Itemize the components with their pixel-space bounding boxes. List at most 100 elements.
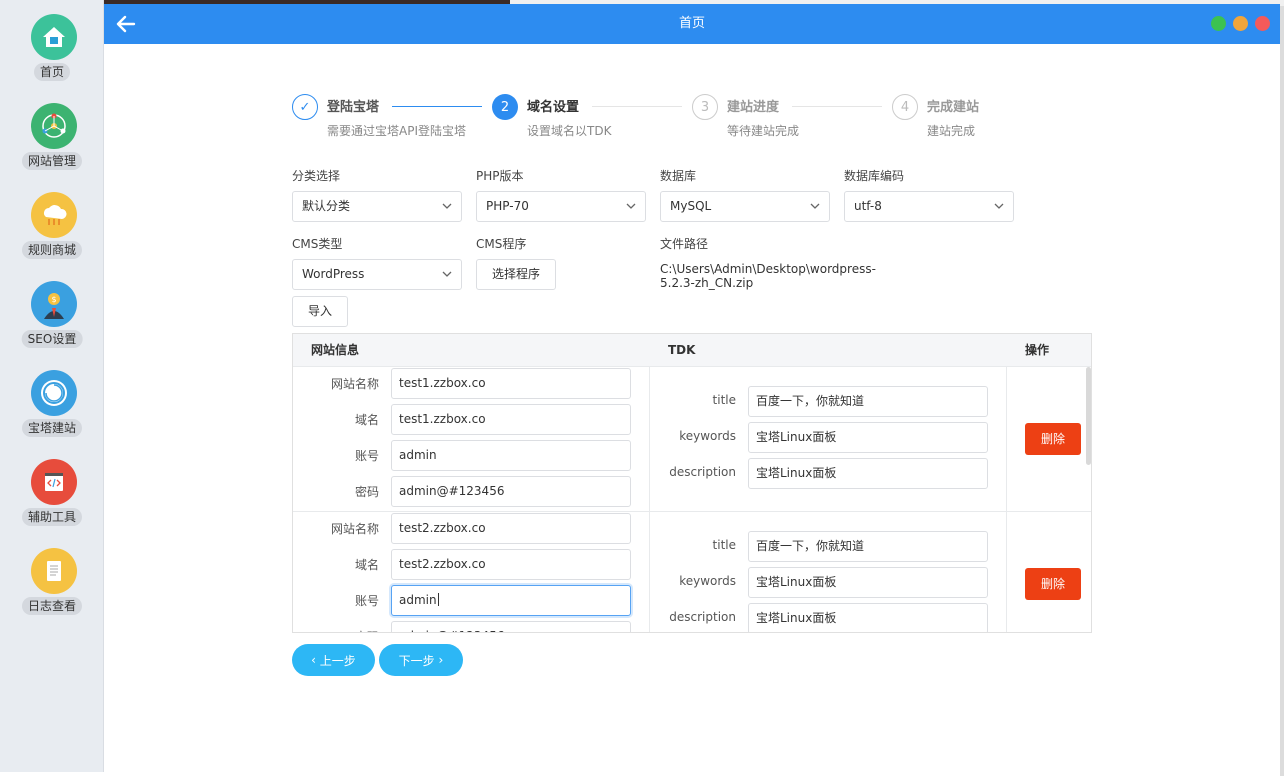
- php-version-value: PHP-70: [486, 199, 529, 213]
- sidebar-item-label: 规则商城: [21, 241, 83, 259]
- step-4-number: 4: [892, 94, 918, 120]
- title-label: title: [712, 393, 736, 407]
- account-input[interactable]: admin: [391, 585, 631, 616]
- db-encoding-select[interactable]: utf-8: [844, 191, 1014, 222]
- prev-step-button[interactable]: ‹ 上一步: [292, 644, 375, 676]
- svg-text:$: $: [51, 295, 56, 304]
- sidebar-item-seo[interactable]: $ SEO设置: [0, 281, 104, 365]
- delete-button[interactable]: 删除: [1025, 568, 1081, 600]
- header-site-info: 网站信息: [311, 343, 360, 357]
- sidebar-item-home[interactable]: 首页: [0, 14, 104, 98]
- php-version-label: PHP版本: [476, 169, 524, 183]
- database-value: MySQL: [670, 199, 712, 213]
- title-label: title: [712, 538, 736, 552]
- delete-button[interactable]: 删除: [1025, 423, 1081, 455]
- step-3-title: 建站进度: [727, 100, 780, 115]
- description-label: description: [669, 610, 736, 624]
- password-label: 密码: [354, 485, 379, 499]
- domain-input[interactable]: test1.zzbox.co: [391, 404, 631, 435]
- text-caret: [437, 593, 439, 606]
- document-icon: [31, 548, 77, 594]
- password-input[interactable]: admin@#123456: [391, 476, 631, 507]
- seo-person-icon: $: [31, 281, 77, 327]
- site-name-label: 网站名称: [330, 377, 379, 391]
- next-step-label: 下一步: [398, 653, 435, 668]
- php-version-select[interactable]: PHP-70: [476, 191, 646, 222]
- sidebar-item-logs[interactable]: 日志查看: [0, 548, 104, 632]
- step-1-check-icon: ✓: [292, 94, 318, 120]
- table-row: 网站名称 test2.zzbox.co 域名 test2.zzbox.co 账号…: [293, 512, 1091, 632]
- header-tdk: TDK: [668, 343, 696, 357]
- chevron-down-icon: [626, 203, 636, 209]
- keywords-label: keywords: [679, 574, 736, 588]
- category-label: 分类选择: [292, 169, 341, 183]
- domain-input[interactable]: test2.zzbox.co: [391, 549, 631, 580]
- header-action: 操作: [1025, 343, 1050, 357]
- chevron-right-icon: ›: [434, 653, 444, 667]
- step-3-number: 3: [692, 94, 718, 120]
- db-encoding-value: utf-8: [854, 199, 882, 213]
- keywords-input[interactable]: 宝塔Linux面板: [748, 567, 988, 598]
- description-input[interactable]: 宝塔Linux面板: [748, 458, 988, 489]
- account-input-text: admin: [399, 593, 437, 607]
- next-step-button[interactable]: 下一步 ›: [379, 644, 463, 676]
- description-label: description: [669, 465, 736, 479]
- table-header: 网站信息 TDK 操作: [293, 334, 1091, 367]
- site-name-input[interactable]: test2.zzbox.co: [391, 513, 631, 544]
- sidebar-item-site-management[interactable]: 网站管理: [0, 103, 104, 187]
- sidebar-item-tools[interactable]: 辅助工具: [0, 459, 104, 543]
- minimize-button[interactable]: [1233, 16, 1248, 31]
- step-1-desc: 需要通过宝塔API登陆宝塔: [327, 124, 466, 138]
- db-encoding-label: 数据库编码: [844, 169, 905, 183]
- prev-step-label: 上一步: [319, 653, 356, 668]
- sidebar-item-label: 首页: [33, 63, 71, 81]
- column-divider: [1006, 512, 1007, 632]
- site-name-input[interactable]: test1.zzbox.co: [391, 368, 631, 399]
- description-input[interactable]: 宝塔Linux面板: [748, 603, 988, 632]
- step-2-title: 域名设置: [527, 100, 580, 115]
- cms-type-value: WordPress: [302, 267, 365, 281]
- title-input[interactable]: 百度一下，你就知道: [748, 531, 988, 562]
- file-path-line: 5.2.3-zh_CN.zip: [660, 276, 754, 290]
- page-title: 首页: [678, 16, 705, 31]
- cms-program-label: CMS程序: [476, 237, 527, 251]
- keywords-label: keywords: [679, 429, 736, 443]
- sidebar-item-label: 日志查看: [21, 597, 83, 615]
- back-arrow-icon[interactable]: [114, 12, 138, 36]
- database-select[interactable]: MySQL: [660, 191, 830, 222]
- column-divider: [1006, 367, 1007, 512]
- sidebar-item-rule-store[interactable]: 规则商城: [0, 192, 104, 276]
- table-scrollbar[interactable]: [1086, 367, 1091, 465]
- title-bar: 首页: [104, 4, 1280, 44]
- choose-program-button[interactable]: 选择程序: [476, 259, 556, 290]
- category-value: 默认分类: [302, 199, 351, 213]
- password-input[interactable]: admin@#123456: [391, 621, 631, 632]
- step-connector: [792, 106, 882, 107]
- sidebar-item-label: 宝塔建站: [21, 419, 83, 437]
- maximize-button[interactable]: [1211, 16, 1226, 31]
- title-input[interactable]: 百度一下，你就知道: [748, 386, 988, 417]
- file-path-label: 文件路径: [660, 237, 709, 251]
- step-connector: [392, 106, 482, 107]
- step-1-title: 登陆宝塔: [327, 100, 380, 115]
- account-label: 账号: [354, 449, 379, 463]
- chevron-down-icon: [994, 203, 1004, 209]
- step-2-number: 2: [492, 94, 518, 120]
- import-button[interactable]: 导入: [292, 296, 348, 327]
- sidebar-item-baota-build[interactable]: 宝塔建站: [0, 370, 104, 454]
- step-4-desc: 建站完成: [927, 124, 976, 138]
- file-path-line: C:\Users\Admin\Desktop\wordpress-: [660, 262, 876, 276]
- chevron-left-icon: ‹: [311, 653, 320, 667]
- domain-label: 域名: [354, 558, 379, 572]
- cms-type-select[interactable]: WordPress: [292, 259, 462, 290]
- site-table: 网站信息 TDK 操作 网站名称 test1.zzbox.co 域名 test1…: [292, 333, 1092, 633]
- step-4-title: 完成建站: [927, 100, 980, 115]
- step-3-desc: 等待建站完成: [727, 124, 800, 138]
- category-select[interactable]: 默认分类: [292, 191, 462, 222]
- account-input[interactable]: admin: [391, 440, 631, 471]
- database-label: 数据库: [660, 169, 697, 183]
- domain-label: 域名: [354, 413, 379, 427]
- keywords-input[interactable]: 宝塔Linux面板: [748, 422, 988, 453]
- close-button[interactable]: [1255, 16, 1270, 31]
- background-right-edge: [1280, 6, 1284, 776]
